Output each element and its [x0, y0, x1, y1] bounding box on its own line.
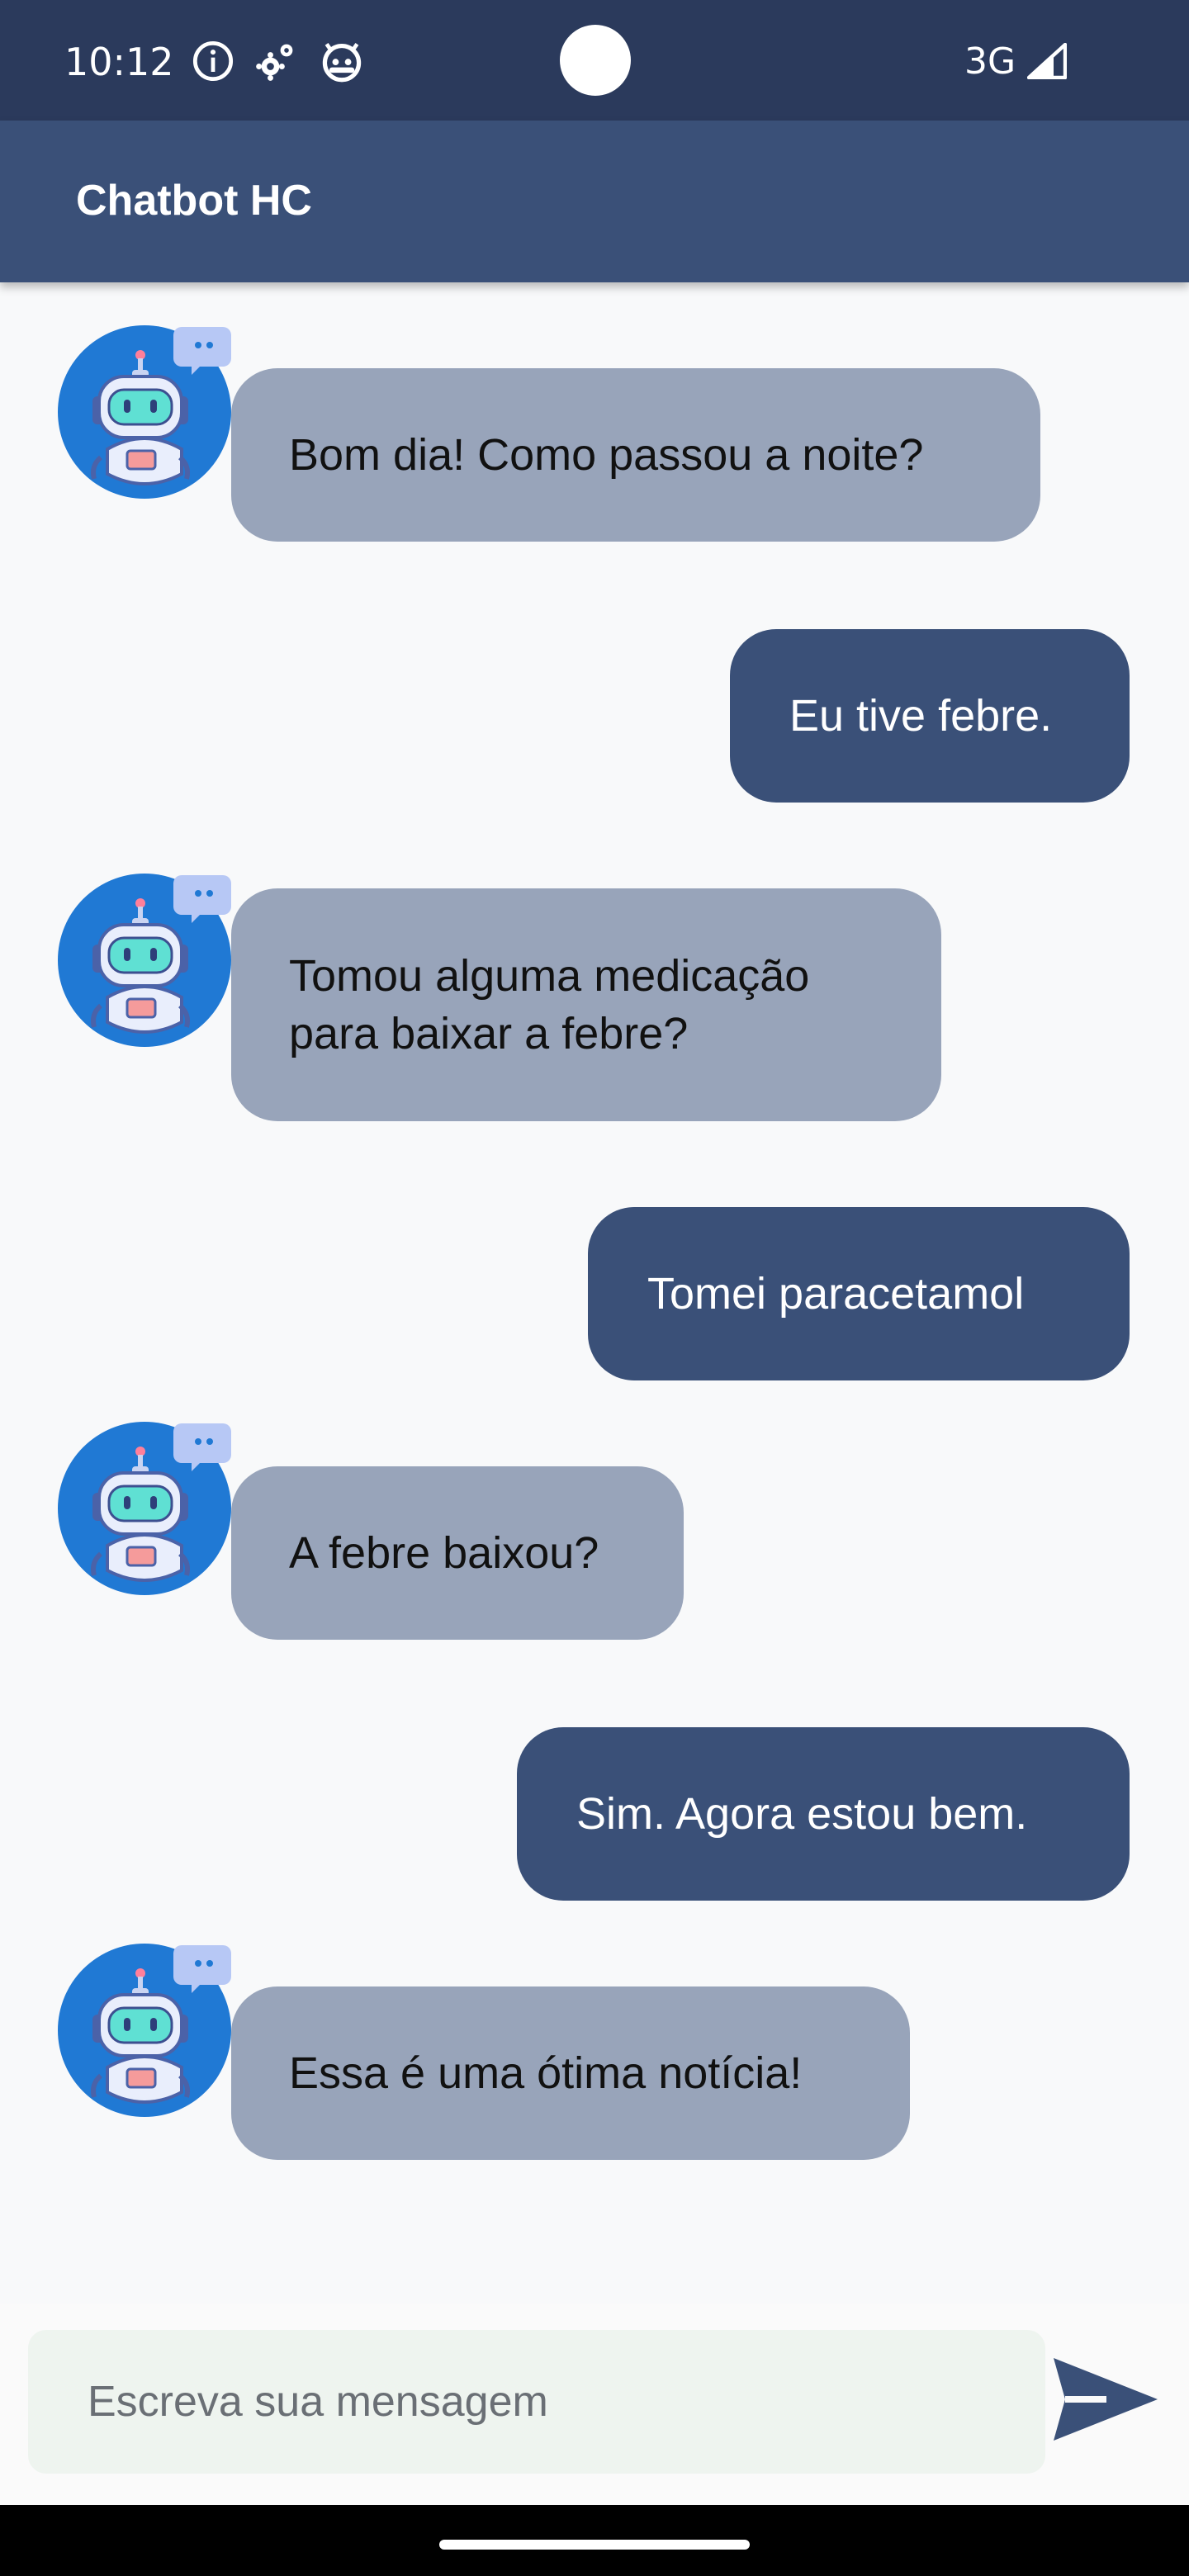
- bot-avatar-icon: [58, 1944, 231, 2117]
- bot-avatar-icon: [58, 1422, 231, 1595]
- network-type: 3G: [964, 40, 1016, 83]
- settings-icon: [256, 44, 293, 81]
- bot-message-bubble: Tomou alguma medicação para baixar a feb…: [231, 888, 941, 1121]
- app-title: Chatbot HC: [76, 177, 312, 225]
- message-composer: [0, 2304, 1189, 2505]
- message-input[interactable]: [28, 2330, 1045, 2474]
- app-bar: Chatbot HC: [0, 121, 1189, 282]
- send-icon[interactable]: [1049, 2350, 1164, 2449]
- chat-messages-list[interactable]: Bom dia! Como passou a noite? Eu tive feb…: [0, 282, 1189, 2304]
- android-robot-icon: [322, 43, 362, 83]
- bot-message-bubble: Bom dia! Como passou a noite?: [231, 368, 1040, 542]
- user-message-bubble: Eu tive febre.: [730, 629, 1130, 803]
- user-message-bubble: Sim. Agora estou bem.: [517, 1727, 1130, 1901]
- bot-avatar-icon: [58, 874, 231, 1047]
- user-message-bubble: Tomei paracetamol: [588, 1207, 1130, 1380]
- status-bar: 10:12 3G: [0, 0, 1189, 121]
- camera-cutout: [560, 25, 631, 96]
- home-indicator[interactable]: [439, 2540, 750, 2550]
- info-icon: [192, 40, 234, 82]
- bot-avatar-icon: [58, 325, 231, 499]
- status-time: 10:12: [64, 40, 174, 84]
- navigation-bar: [0, 2505, 1189, 2576]
- bot-message-bubble: A febre baixou?: [231, 1466, 684, 1640]
- cellular-signal-icon: [1027, 43, 1067, 79]
- bot-message-bubble: Essa é uma ótima notícia!: [231, 1986, 910, 2160]
